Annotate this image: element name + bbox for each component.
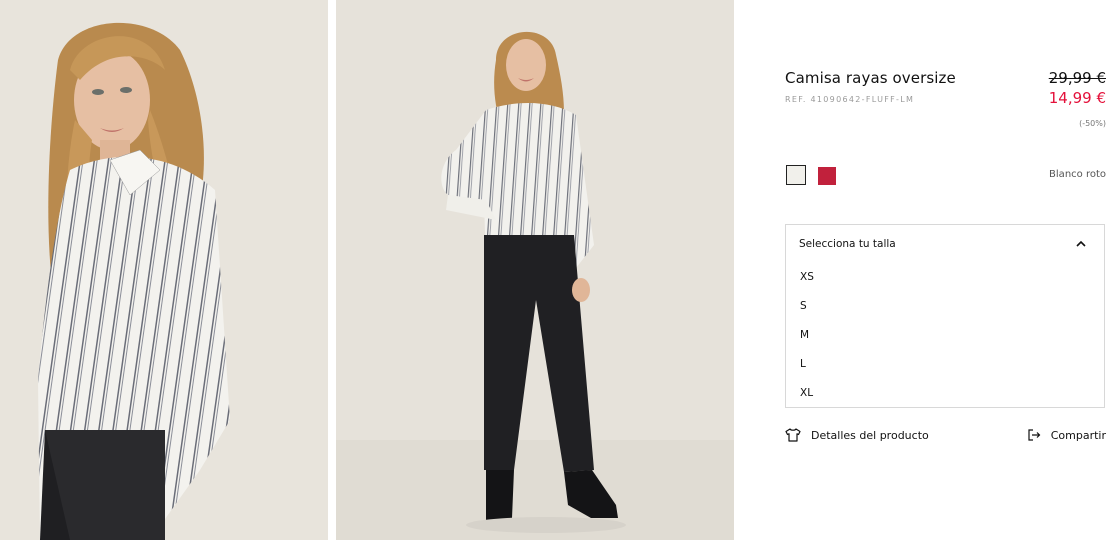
product-photo-closeup-image bbox=[0, 0, 328, 540]
tshirt-icon bbox=[785, 428, 801, 442]
share-icon bbox=[1028, 429, 1041, 441]
product-reference: REF. 41090642-FLUFF-LM bbox=[785, 95, 915, 104]
size-selector: Selecciona tu talla XS S M L XL bbox=[785, 224, 1105, 408]
product-photo-full-image bbox=[336, 0, 734, 540]
discount-percentage: (-50%) bbox=[1079, 119, 1106, 128]
color-swatch-white[interactable] bbox=[786, 165, 806, 185]
product-details-label: Detalles del producto bbox=[811, 428, 929, 442]
color-swatch-red[interactable] bbox=[818, 167, 836, 185]
size-option-m[interactable]: M bbox=[786, 321, 1104, 350]
product-info-panel: Camisa rayas oversize REF. 41090642-FLUF… bbox=[785, 0, 1106, 540]
selected-color-label: Blanco roto bbox=[1049, 169, 1106, 180]
chevron-up-icon bbox=[1076, 240, 1086, 247]
size-option-s[interactable]: S bbox=[786, 292, 1104, 321]
size-option-l[interactable]: L bbox=[786, 350, 1104, 379]
size-option-xs[interactable]: XS bbox=[786, 263, 1104, 292]
size-options-list: XS S M L XL bbox=[786, 263, 1104, 408]
product-title: Camisa rayas oversize bbox=[785, 69, 956, 87]
product-photo-full[interactable] bbox=[336, 0, 734, 540]
sale-price: 14,99 € bbox=[1048, 89, 1106, 107]
size-option-xl[interactable]: XL bbox=[786, 379, 1104, 408]
product-details-link[interactable]: Detalles del producto bbox=[785, 426, 929, 444]
original-price: 29,99 € bbox=[1048, 69, 1106, 87]
size-selector-placeholder: Selecciona tu talla bbox=[799, 238, 896, 250]
product-page: Camisa rayas oversize REF. 41090642-FLUF… bbox=[0, 0, 1114, 540]
product-photo-closeup[interactable] bbox=[0, 0, 328, 540]
size-selector-header[interactable]: Selecciona tu talla bbox=[786, 225, 1104, 263]
share-button[interactable]: Compartir bbox=[1028, 426, 1106, 444]
share-label: Compartir bbox=[1050, 428, 1106, 442]
